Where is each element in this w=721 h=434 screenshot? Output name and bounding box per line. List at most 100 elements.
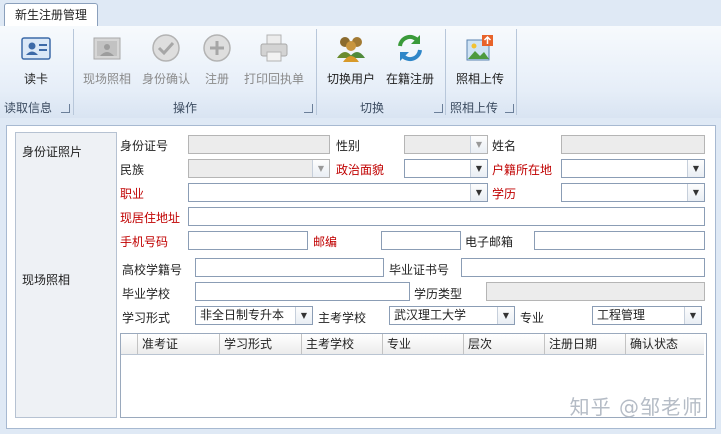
study-mode-select[interactable]: 非全日制专升本 ▼ xyxy=(195,306,313,325)
host-school-select[interactable]: 武汉理工大学 ▼ xyxy=(389,306,515,325)
id-card-icon xyxy=(21,37,51,60)
tab-new-student-registration[interactable]: 新生注册管理 xyxy=(4,3,98,27)
hukou-location-label: 户籍所在地 xyxy=(492,163,553,177)
grid-col-host-school[interactable]: 主考学校 xyxy=(301,334,382,354)
printer-icon xyxy=(260,34,288,62)
refresh-icon xyxy=(398,34,422,62)
political-status-select[interactable]: ▼ xyxy=(404,159,488,178)
grid-col-study-mode[interactable]: 学习形式 xyxy=(219,334,301,354)
chevron-down-icon[interactable]: ▼ xyxy=(497,307,514,324)
print-receipt-label: 打印回执单 xyxy=(243,72,304,86)
check-circle-icon xyxy=(152,34,180,62)
photo-upload-button[interactable]: 照相上传 xyxy=(454,32,506,94)
name-label: 姓名 xyxy=(492,139,517,153)
major-select[interactable]: 工程管理 ▼ xyxy=(592,306,702,325)
current-address-field[interactable] xyxy=(188,207,705,226)
ribbon: 读卡 现场照相 身份确认 注册 打印回执单 切换用户 在籍注册 照相上传 读取信… xyxy=(0,26,721,119)
group-launcher-switch[interactable] xyxy=(434,104,443,113)
group-launcher-photo-upload[interactable] xyxy=(505,104,514,113)
graduate-school-label: 毕业学校 xyxy=(122,287,171,301)
chevron-down-icon[interactable]: ▼ xyxy=(687,160,704,177)
chevron-down-icon[interactable]: ▼ xyxy=(312,160,329,177)
education-type-label: 学历类型 xyxy=(414,287,463,301)
group-label-read-info: 读取信息 xyxy=(3,101,52,115)
live-photo-label: 现场照相 xyxy=(82,72,131,86)
occupation-label: 职业 xyxy=(120,187,145,201)
occupation-select[interactable]: ▼ xyxy=(188,183,488,202)
ethnicity-label: 民族 xyxy=(120,163,145,177)
grid-col-admission-ticket[interactable]: 准考证 xyxy=(137,334,219,354)
identity-confirm-button[interactable]: 身份确认 xyxy=(139,32,193,94)
postal-code-label: 邮编 xyxy=(313,235,338,249)
chevron-down-icon[interactable]: ▼ xyxy=(470,160,487,177)
group-launcher-operations[interactable] xyxy=(304,104,313,113)
graduate-school-field[interactable] xyxy=(195,282,410,301)
diploma-number-label: 毕业证书号 xyxy=(389,263,450,277)
gender-select[interactable]: ▼ xyxy=(404,135,488,154)
switch-user-button[interactable]: 切换用户 xyxy=(325,32,377,94)
read-card-button[interactable]: 读卡 xyxy=(12,32,60,94)
email-label: 电子邮箱 xyxy=(465,235,514,249)
plus-circle-icon xyxy=(203,34,231,62)
chevron-down-icon[interactable]: ▼ xyxy=(470,184,487,201)
host-school-label: 主考学校 xyxy=(318,311,367,325)
id-number-label: 身份证号 xyxy=(120,139,169,153)
enrolled-registration-label: 在籍注册 xyxy=(385,72,434,86)
grid-header: 准考证 学习形式 主考学校 专业 层次 注册日期 确认状态 xyxy=(121,334,704,355)
gender-label: 性别 xyxy=(336,139,361,153)
group-label-switch: 切换 xyxy=(359,101,384,115)
group-launcher-read-info[interactable] xyxy=(61,104,70,113)
host-school-value: 武汉理工大学 xyxy=(394,308,467,322)
chevron-down-icon[interactable]: ▼ xyxy=(470,136,487,153)
id-photo-label: 身份证照片 xyxy=(22,145,83,159)
major-value: 工程管理 xyxy=(597,308,646,322)
education-select[interactable]: ▼ xyxy=(561,183,705,202)
study-mode-value: 非全日制专升本 xyxy=(200,308,285,322)
tab-strip xyxy=(0,0,721,27)
chevron-down-icon[interactable]: ▼ xyxy=(295,307,312,324)
diploma-number-field[interactable] xyxy=(461,258,705,277)
grid-col-confirm-status[interactable]: 确认状态 xyxy=(625,334,704,354)
study-mode-label: 学习形式 xyxy=(122,311,171,325)
grid-col-major[interactable]: 专业 xyxy=(382,334,463,354)
chevron-down-icon[interactable]: ▼ xyxy=(684,307,701,324)
group-label-operations: 操作 xyxy=(172,101,197,115)
group-separator xyxy=(516,29,517,115)
register-label: 注册 xyxy=(204,72,229,86)
identity-confirm-label: 身份确认 xyxy=(141,72,190,86)
education-type-field[interactable] xyxy=(486,282,705,301)
college-student-id-label: 高校学籍号 xyxy=(122,263,183,277)
photo-upload-icon xyxy=(466,35,493,61)
watermark: 知乎 @邹老师 xyxy=(569,395,703,419)
group-separator xyxy=(73,29,74,115)
live-photo-button[interactable]: 现场照相 xyxy=(80,32,134,94)
current-address-label: 现居住地址 xyxy=(120,211,181,225)
photo-upload-label: 照相上传 xyxy=(455,72,504,86)
email-field[interactable] xyxy=(534,231,705,250)
users-icon xyxy=(337,37,365,62)
phone-field[interactable] xyxy=(188,231,308,250)
enrolled-registration-button[interactable]: 在籍注册 xyxy=(384,32,436,94)
group-separator xyxy=(316,29,317,115)
switch-user-label: 切换用户 xyxy=(326,72,375,86)
read-card-label: 读卡 xyxy=(23,72,48,86)
postal-code-field[interactable] xyxy=(381,231,461,250)
political-status-label: 政治面貌 xyxy=(336,163,385,177)
print-receipt-button[interactable]: 打印回执单 xyxy=(243,32,305,94)
camera-icon xyxy=(93,37,121,60)
register-button[interactable]: 注册 xyxy=(200,32,234,94)
id-number-field[interactable] xyxy=(188,135,330,154)
live-photo-area-label: 现场照相 xyxy=(22,273,71,287)
chevron-down-icon[interactable]: ▼ xyxy=(687,184,704,201)
group-label-photo-upload: 照相上传 xyxy=(449,101,498,115)
education-label: 学历 xyxy=(492,187,517,201)
college-student-id-field[interactable] xyxy=(195,258,384,277)
grid-row-indicator-header xyxy=(121,334,137,354)
hukou-location-select[interactable]: ▼ xyxy=(561,159,705,178)
name-field[interactable] xyxy=(561,135,705,154)
phone-label: 手机号码 xyxy=(120,235,169,249)
grid-col-level[interactable]: 层次 xyxy=(463,334,544,354)
major-label: 专业 xyxy=(520,311,545,325)
ethnicity-select[interactable]: ▼ xyxy=(188,159,330,178)
grid-col-registration-date[interactable]: 注册日期 xyxy=(544,334,625,354)
